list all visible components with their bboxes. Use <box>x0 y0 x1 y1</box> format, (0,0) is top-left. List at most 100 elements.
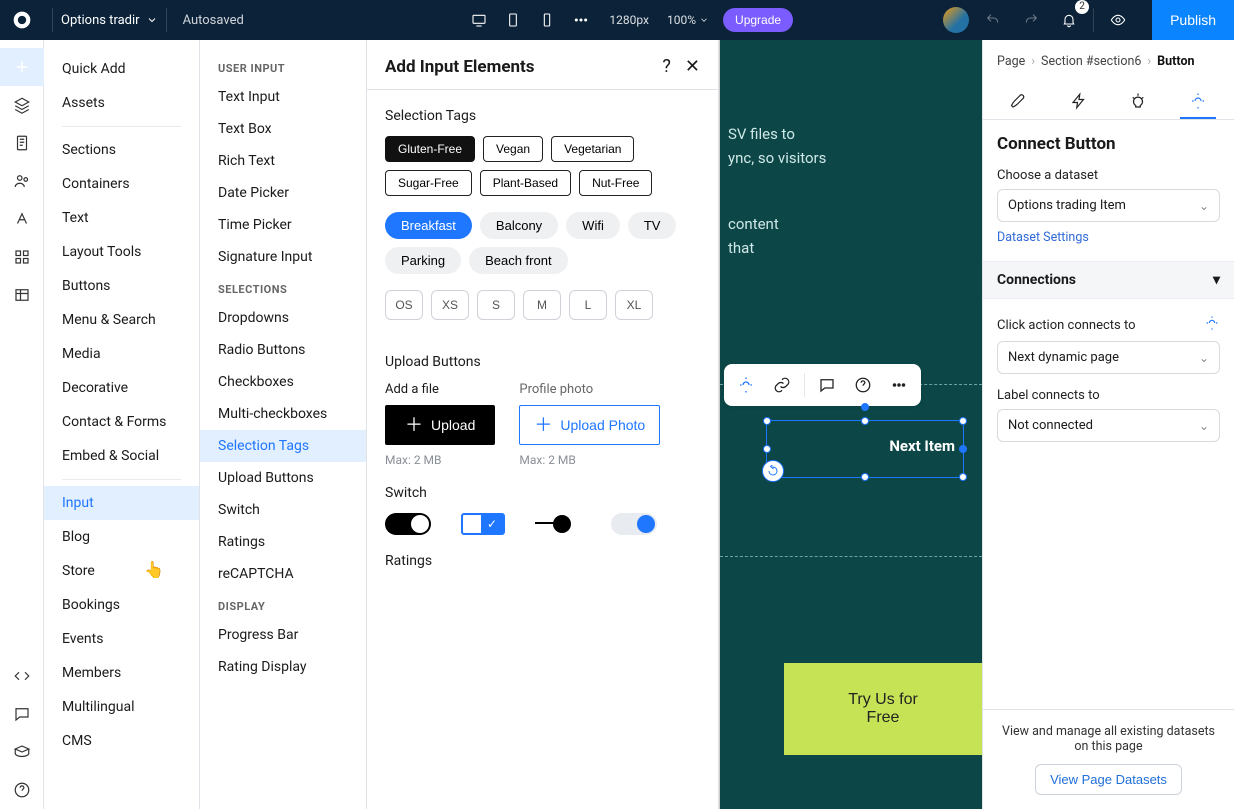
preview-cta-button[interactable]: Try Us for Free <box>784 663 982 755</box>
switch-preset-4[interactable] <box>611 513 657 535</box>
sub-item-switch[interactable]: Switch <box>200 494 366 526</box>
category-assets[interactable]: Assets <box>44 86 199 120</box>
sub-item-checkboxes[interactable]: Checkboxes <box>200 366 366 398</box>
size-xs[interactable]: XS <box>431 290 469 320</box>
selected-element-bbox[interactable]: Next Item <box>766 420 964 478</box>
category-store[interactable]: Store <box>44 554 199 588</box>
rail-add-icon[interactable] <box>0 48 44 86</box>
connections-section-head[interactable]: Connections ▾ <box>983 261 1234 299</box>
sub-item-multi-checkboxes[interactable]: Multi-checkboxes <box>200 398 366 430</box>
sub-item-date-picker[interactable]: Date Picker <box>200 177 366 209</box>
revert-icon[interactable] <box>762 460 784 482</box>
category-layout-tools[interactable]: Layout Tools <box>44 235 199 269</box>
tag-gluten-free[interactable]: Gluten-Free <box>385 136 475 162</box>
panel-close-icon[interactable]: ✕ <box>685 56 700 77</box>
category-buttons[interactable]: Buttons <box>44 269 199 303</box>
category-quick-add[interactable]: Quick Add <box>44 52 199 86</box>
rail-people-icon[interactable] <box>0 162 44 200</box>
toolbar-connect-icon[interactable] <box>732 371 760 399</box>
tag-plant-based[interactable]: Plant-Based <box>480 170 571 196</box>
category-events[interactable]: Events <box>44 622 199 656</box>
size-l[interactable]: L <box>569 290 607 320</box>
sub-item-rating-display[interactable]: Rating Display <box>200 651 366 683</box>
category-cms[interactable]: CMS <box>44 724 199 758</box>
rail-learn-icon[interactable] <box>0 733 44 771</box>
pill-wifi[interactable]: Wifi <box>566 212 620 239</box>
connection-active-icon[interactable] <box>1204 315 1220 335</box>
category-input[interactable]: Input <box>44 486 199 520</box>
pill-beach-front[interactable]: Beach front <box>469 247 568 274</box>
sub-item-signature-input[interactable]: Signature Input <box>200 241 366 273</box>
sub-item-radio-buttons[interactable]: Radio Buttons <box>200 334 366 366</box>
category-media[interactable]: Media <box>44 337 199 371</box>
rail-data-icon[interactable] <box>0 276 44 314</box>
sub-item-rich-text[interactable]: Rich Text <box>200 145 366 177</box>
sub-item-ratings[interactable]: Ratings <box>200 526 366 558</box>
switch-preset-2[interactable]: ✓ <box>461 513 505 535</box>
toolbar-comment-icon[interactable] <box>813 371 841 399</box>
pill-breakfast[interactable]: Breakfast <box>385 212 472 239</box>
rail-typography-icon[interactable] <box>0 200 44 238</box>
pill-balcony[interactable]: Balcony <box>480 212 558 239</box>
label-connects-dropdown[interactable]: Not connected⌄ <box>997 409 1220 442</box>
click-action-dropdown[interactable]: Next dynamic page⌄ <box>997 341 1220 374</box>
tag-sugar-free[interactable]: Sugar-Free <box>385 170 472 196</box>
pill-parking[interactable]: Parking <box>385 247 461 274</box>
rail-apps-icon[interactable] <box>0 238 44 276</box>
category-embed-social[interactable]: Embed & Social <box>44 439 199 473</box>
tab-interactions-icon[interactable] <box>1120 85 1156 119</box>
upload-file-button[interactable]: ＋ Upload <box>385 405 495 445</box>
canvas-width[interactable]: 1280px <box>609 13 649 27</box>
pill-tv[interactable]: TV <box>628 212 677 239</box>
category-multilingual[interactable]: Multilingual <box>44 690 199 724</box>
page-selector[interactable]: Options tradir <box>61 13 158 28</box>
publish-button[interactable]: Publish <box>1152 0 1234 40</box>
mobile-device-icon[interactable] <box>533 6 561 34</box>
user-avatar[interactable] <box>943 7 969 33</box>
view-page-datasets-button[interactable]: View Page Datasets <box>1035 764 1182 795</box>
panel-help-icon[interactable]: ? <box>662 56 671 77</box>
sub-item-text-input[interactable]: Text Input <box>200 81 366 113</box>
redo-button[interactable] <box>1017 6 1045 34</box>
toolbar-help-icon[interactable] <box>849 371 877 399</box>
preview-button[interactable] <box>1104 6 1132 34</box>
switch-preset-1[interactable] <box>385 513 431 535</box>
toolbar-link-icon[interactable] <box>768 371 796 399</box>
desktop-device-icon[interactable] <box>465 6 493 34</box>
more-devices-icon[interactable] <box>567 6 595 34</box>
tab-connect-data-icon[interactable] <box>1180 85 1216 119</box>
size-m[interactable]: M <box>523 290 561 320</box>
dataset-dropdown[interactable]: Options trading Item⌄ <box>997 189 1220 222</box>
upload-photo-button[interactable]: ＋ Upload Photo <box>519 405 660 445</box>
category-members[interactable]: Members <box>44 656 199 690</box>
rail-page-icon[interactable] <box>0 124 44 162</box>
switch-preset-3[interactable] <box>535 513 581 535</box>
rail-code-icon[interactable] <box>0 657 44 695</box>
category-blog[interactable]: Blog <box>44 520 199 554</box>
sub-item-dropdowns[interactable]: Dropdowns <box>200 302 366 334</box>
dataset-settings-link[interactable]: Dataset Settings <box>997 230 1089 245</box>
crumb-page[interactable]: Page <box>997 54 1025 69</box>
sub-item-upload-buttons[interactable]: Upload Buttons <box>200 462 366 494</box>
category-text[interactable]: Text <box>44 201 199 235</box>
category-sections[interactable]: Sections <box>44 133 199 167</box>
rail-layers-icon[interactable] <box>0 86 44 124</box>
sub-item-selection-tags[interactable]: Selection Tags <box>200 430 366 462</box>
sub-item-recaptcha[interactable]: reCAPTCHA <box>200 558 366 590</box>
notifications-button[interactable]: 2 <box>1055 6 1083 34</box>
canvas-area[interactable]: SV files to ync, so visitors content tha… <box>719 40 982 809</box>
undo-button[interactable] <box>979 6 1007 34</box>
tag-vegan[interactable]: Vegan <box>483 136 543 162</box>
rail-help-icon[interactable] <box>0 771 44 809</box>
sub-item-progress-bar[interactable]: Progress Bar <box>200 619 366 651</box>
tag-nut-free[interactable]: Nut-Free <box>579 170 652 196</box>
tab-design-icon[interactable] <box>1001 85 1037 119</box>
rail-comments-icon[interactable] <box>0 695 44 733</box>
category-containers[interactable]: Containers <box>44 167 199 201</box>
tab-animation-icon[interactable] <box>1061 85 1097 119</box>
logo[interactable] <box>0 0 44 40</box>
tablet-device-icon[interactable] <box>499 6 527 34</box>
sub-item-text-box[interactable]: Text Box <box>200 113 366 145</box>
size-s[interactable]: S <box>477 290 515 320</box>
category-decorative[interactable]: Decorative <box>44 371 199 405</box>
